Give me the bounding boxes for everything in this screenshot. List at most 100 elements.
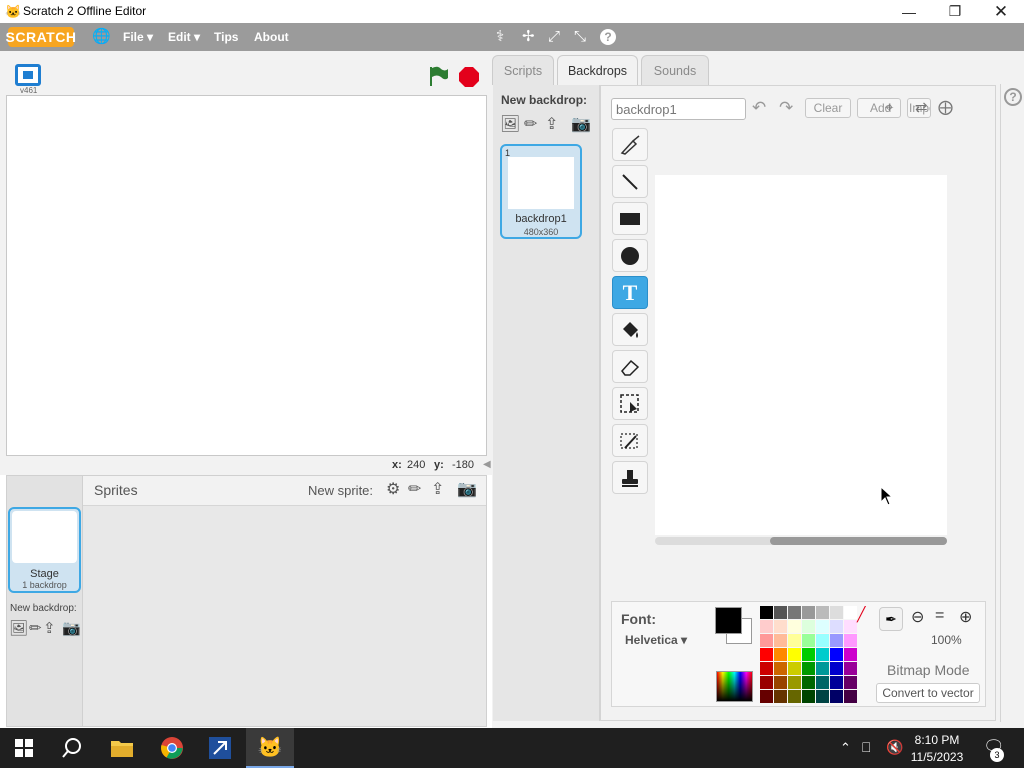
- color-swatch[interactable]: [816, 662, 829, 675]
- color-swatch[interactable]: [830, 662, 843, 675]
- font-select[interactable]: Helvetica ▾: [625, 633, 687, 647]
- color-swatch[interactable]: [802, 620, 815, 633]
- camera-backdrop-icon[interactable]: 📷: [571, 114, 591, 134]
- color-swatch[interactable]: [802, 676, 815, 689]
- scratch-taskbar-button[interactable]: 🐱: [246, 728, 294, 768]
- color-swatch[interactable]: [760, 634, 773, 647]
- color-swatch[interactable]: [760, 606, 773, 619]
- text-tool[interactable]: T: [612, 276, 648, 309]
- color-swatch[interactable]: [844, 634, 857, 647]
- green-flag-icon[interactable]: [427, 65, 449, 87]
- camera-sprite-icon[interactable]: 📷: [457, 479, 477, 499]
- upload-backdrop-icon[interactable]: ⇪: [43, 619, 56, 637]
- color-swatch[interactable]: [830, 620, 843, 633]
- color-swatch[interactable]: [802, 634, 815, 647]
- color-picker-spectrum[interactable]: [716, 671, 753, 702]
- eraser-tool[interactable]: [612, 350, 648, 383]
- close-button[interactable]: ✕: [978, 0, 1024, 23]
- fullscreen-icon[interactable]: [15, 64, 41, 86]
- duplicate-stamp-icon[interactable]: ⚕: [496, 28, 504, 46]
- maximize-button[interactable]: ❐: [932, 0, 978, 23]
- clock-date[interactable]: 11/5/2023: [907, 750, 967, 764]
- color-swatch[interactable]: [844, 606, 857, 619]
- file-explorer-button[interactable]: [98, 728, 146, 768]
- paint-canvas[interactable]: [655, 175, 947, 535]
- clear-button[interactable]: Clear: [805, 98, 851, 118]
- show-hidden-icons-icon[interactable]: ⌃: [840, 740, 851, 756]
- menu-tips[interactable]: Tips: [214, 30, 238, 44]
- color-swatch[interactable]: [788, 648, 801, 661]
- paint-new-backdrop-icon[interactable]: ✏: [524, 114, 537, 134]
- stage-canvas[interactable]: [6, 95, 487, 456]
- paint-backdrop-icon[interactable]: ✏: [29, 619, 42, 637]
- color-swatch[interactable]: [816, 634, 829, 647]
- color-swatch[interactable]: [802, 662, 815, 675]
- stop-icon[interactable]: [458, 66, 480, 88]
- network-icon[interactable]: ⎕: [862, 739, 870, 756]
- help-icon[interactable]: ?: [600, 29, 616, 45]
- scratch-logo[interactable]: SCRATCH: [6, 27, 76, 47]
- color-swatch[interactable]: [816, 648, 829, 661]
- zoom-in-icon[interactable]: ⊕: [959, 607, 972, 627]
- brush-tool[interactable]: [612, 128, 648, 161]
- set-costume-center-icon[interactable]: ⨁: [938, 98, 953, 116]
- color-swatch[interactable]: [816, 620, 829, 633]
- stamp-tool[interactable]: [612, 461, 648, 494]
- color-swatch[interactable]: [788, 606, 801, 619]
- choose-sprite-library-icon[interactable]: ⚙: [386, 479, 400, 499]
- color-swatch[interactable]: [760, 690, 773, 703]
- fill-tool[interactable]: [612, 313, 648, 346]
- color-swatch[interactable]: [844, 676, 857, 689]
- color-swatch[interactable]: [802, 606, 815, 619]
- color-swatch[interactable]: [774, 662, 787, 675]
- color-swatch[interactable]: [830, 690, 843, 703]
- color-swatch[interactable]: [844, 620, 857, 633]
- color-swatch[interactable]: [816, 690, 829, 703]
- color-swatch[interactable]: [774, 676, 787, 689]
- zoom-out-icon[interactable]: ⊖: [911, 607, 924, 627]
- color-swatch[interactable]: [788, 690, 801, 703]
- color-swatch[interactable]: [774, 620, 787, 633]
- backdrop-library-icon[interactable]: 🖼: [9, 619, 28, 637]
- color-swatch[interactable]: [830, 634, 843, 647]
- no-color-swatch[interactable]: ╱: [857, 606, 865, 623]
- primary-color-swatch[interactable]: [715, 607, 742, 634]
- collapse-stage-icon[interactable]: ◀: [483, 459, 491, 470]
- tab-scripts[interactable]: Scripts: [492, 55, 554, 85]
- camera-backdrop-icon[interactable]: 📷: [62, 619, 81, 637]
- canvas-scrollbar-thumb[interactable]: [770, 537, 947, 545]
- color-swatch[interactable]: [844, 690, 857, 703]
- tab-sounds[interactable]: Sounds: [641, 55, 709, 85]
- color-swatch[interactable]: [788, 676, 801, 689]
- color-swatch[interactable]: [816, 676, 829, 689]
- color-swatch[interactable]: [788, 662, 801, 675]
- backdrop-library-icon[interactable]: 🖼: [500, 114, 520, 134]
- color-swatch[interactable]: [830, 648, 843, 661]
- color-swatch[interactable]: [844, 648, 857, 661]
- upload-backdrop-icon[interactable]: ⇪: [545, 114, 558, 134]
- color-swatch[interactable]: [760, 620, 773, 633]
- redo-icon[interactable]: ↷: [779, 98, 793, 118]
- clock-time[interactable]: 8:10 PM: [907, 733, 967, 747]
- convert-to-vector-button[interactable]: Convert to vector: [876, 683, 980, 703]
- color-swatch[interactable]: [802, 648, 815, 661]
- color-swatch[interactable]: [760, 676, 773, 689]
- color-swatch[interactable]: [816, 606, 829, 619]
- color-swatch[interactable]: [774, 648, 787, 661]
- search-button[interactable]: [48, 728, 96, 768]
- color-swatch[interactable]: [760, 648, 773, 661]
- backdrop-thumbnail[interactable]: 1 backdrop1 480x360: [500, 144, 582, 239]
- color-swatch[interactable]: [788, 634, 801, 647]
- menu-file[interactable]: File ▾: [123, 30, 153, 44]
- crop-icon[interactable]: ⌖: [885, 99, 893, 116]
- ellipse-tool[interactable]: [612, 239, 648, 272]
- minimize-button[interactable]: —: [886, 0, 932, 23]
- color-swatch[interactable]: [774, 606, 787, 619]
- color-swatch[interactable]: [788, 620, 801, 633]
- flip-horizontal-icon[interactable]: ⇄: [915, 98, 928, 116]
- windows-start-button[interactable]: [0, 728, 48, 768]
- color-swatch[interactable]: [844, 662, 857, 675]
- color-swatch[interactable]: [802, 690, 815, 703]
- grow-icon[interactable]: ⤢: [548, 28, 560, 46]
- color-swatch[interactable]: [774, 690, 787, 703]
